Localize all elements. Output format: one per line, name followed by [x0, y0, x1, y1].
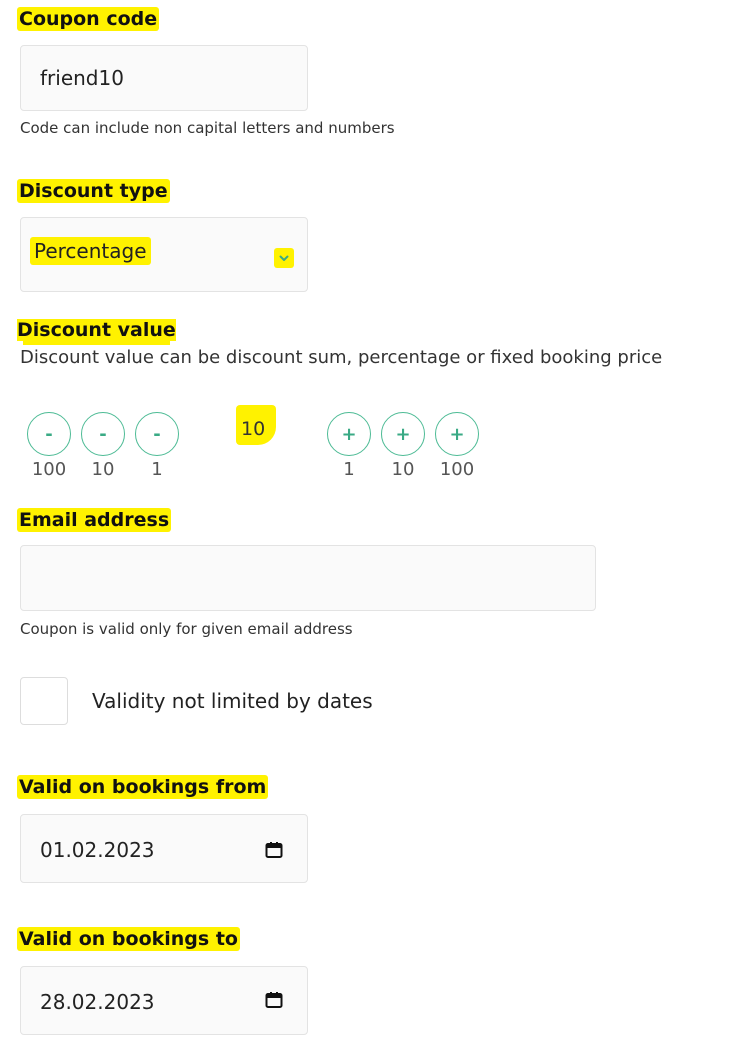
email-help: Coupon is valid only for given email add…	[20, 620, 353, 638]
plus-10-label: 10	[391, 459, 415, 480]
discount-type-value-wrapper: Percentage	[30, 237, 151, 265]
plus-symbol: +	[341, 423, 357, 445]
calendar-icon[interactable]	[264, 840, 284, 864]
minus-100-label: 100	[31, 459, 67, 480]
minus-symbol: -	[99, 423, 107, 445]
validity-checkbox-label[interactable]: Validity not limited by dates	[92, 689, 373, 713]
email-label: Email address	[17, 508, 172, 532]
minus-100-button[interactable]: -	[27, 412, 71, 456]
plus-symbol: +	[449, 423, 465, 445]
chevron-down-icon[interactable]	[274, 248, 294, 268]
discount-value-label: Discount value	[17, 319, 176, 341]
plus-10-button[interactable]: +	[381, 412, 425, 456]
coupon-code-input[interactable]: friend10	[20, 45, 308, 111]
minus-1-button[interactable]: -	[135, 412, 179, 456]
discount-value-description: Discount value can be discount sum, perc…	[20, 347, 663, 368]
plus-symbol: +	[395, 423, 411, 445]
validity-checkbox[interactable]	[20, 677, 68, 725]
minus-10-button[interactable]: -	[81, 412, 125, 456]
email-input[interactable]	[20, 545, 596, 611]
plus-1-label: 1	[343, 459, 355, 480]
discount-value-display: 10	[241, 418, 266, 440]
valid-to-date-input[interactable]: 28.02.2023	[20, 966, 308, 1035]
valid-from-value: 01.02.2023	[40, 838, 155, 862]
plus-100-button[interactable]: +	[435, 412, 479, 456]
coupon-code-label: Coupon code	[17, 7, 160, 31]
minus-symbol: -	[153, 423, 161, 445]
discount-type-value: Percentage	[34, 239, 147, 263]
minus-symbol: -	[45, 423, 53, 445]
valid-from-label: Valid on bookings from	[17, 775, 269, 799]
plus-1-button[interactable]: +	[327, 412, 371, 456]
plus-100-label: 100	[439, 459, 475, 480]
minus-1-label: 1	[151, 459, 163, 480]
valid-from-date-input[interactable]: 01.02.2023	[20, 814, 308, 883]
discount-type-select[interactable]: Percentage	[20, 217, 308, 292]
calendar-icon[interactable]	[264, 990, 284, 1014]
valid-to-value: 28.02.2023	[40, 990, 155, 1014]
discount-type-label: Discount type	[17, 179, 170, 203]
minus-10-label: 10	[91, 459, 115, 480]
valid-to-label: Valid on bookings to	[17, 927, 240, 951]
coupon-code-help: Code can include non capital letters and…	[20, 119, 395, 137]
coupon-code-value: friend10	[40, 66, 124, 90]
